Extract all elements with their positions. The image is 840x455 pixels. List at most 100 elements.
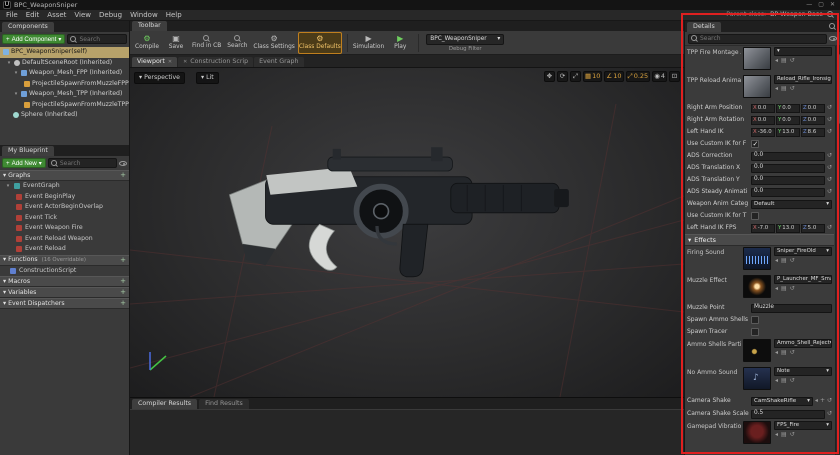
chevron-down-icon[interactable]: ▾ xyxy=(13,91,19,97)
vector-y-field[interactable]: Y13.0 xyxy=(776,128,800,137)
function-item[interactable]: ConstructionScript xyxy=(0,266,129,277)
simulation-button[interactable]: ▶ Simulation xyxy=(353,32,384,54)
event-item[interactable]: Event Weapon Fire xyxy=(0,223,129,234)
vector-z-field[interactable]: Z5.0 xyxy=(801,224,825,233)
reset-icon[interactable]: ↺ xyxy=(827,128,832,136)
search-icon[interactable] xyxy=(829,23,836,30)
vector-z-field[interactable]: Z8.6 xyxy=(801,128,825,137)
vector-y-field[interactable]: Y13.0 xyxy=(776,224,800,233)
reset-icon[interactable]: ↺ xyxy=(827,188,832,196)
muzzle-point-field[interactable]: Muzzle xyxy=(751,304,832,313)
add-dispatcher-icon[interactable]: + xyxy=(120,299,126,308)
reset-icon[interactable]: ↺ xyxy=(790,257,795,265)
vector-x-field[interactable]: X-36.0 xyxy=(751,128,775,137)
my-blueprint-search[interactable] xyxy=(48,158,117,168)
search-button[interactable]: Search xyxy=(224,32,250,54)
vector-x-field[interactable]: X0.0 xyxy=(751,104,775,113)
tree-row[interactable]: ▾ DefaultSceneRoot (Inherited) xyxy=(0,58,129,69)
add-component-button[interactable]: + Add Component ▾ xyxy=(2,34,65,44)
tab-viewport[interactable]: Viewport ✕ xyxy=(132,57,177,67)
details-search-input[interactable] xyxy=(700,35,824,42)
event-item[interactable]: Event Reload xyxy=(0,244,129,255)
close-tab-icon[interactable]: ✕ xyxy=(183,59,187,65)
play-button[interactable]: ▶ Play xyxy=(387,32,413,54)
chevron-down-icon[interactable]: ▾ xyxy=(13,70,19,76)
use-selected-asset-icon[interactable]: ◂ xyxy=(775,349,778,357)
vector-x-field[interactable]: X0.0 xyxy=(751,116,775,125)
event-item[interactable]: Event BeginPlay xyxy=(0,192,129,203)
event-item[interactable]: Event Tick xyxy=(0,213,129,224)
event-item[interactable]: Event Reload Weapon xyxy=(0,234,129,245)
reset-icon[interactable]: ↺ xyxy=(827,116,832,124)
asset-dropdown[interactable]: Note ▾ xyxy=(774,367,832,376)
camera-speed-button[interactable]: ◉ 4 xyxy=(652,71,667,82)
class-defaults-button[interactable]: ⚙ Class Defaults xyxy=(298,32,342,54)
rotate-tool-icon[interactable]: ⟳ xyxy=(557,71,568,82)
ads-translation-x-field[interactable]: 0.0 xyxy=(751,164,825,173)
ads-steady-field[interactable]: 0.0 xyxy=(751,188,825,197)
asset-dropdown[interactable]: Sniper_FireOld ▾ xyxy=(774,247,832,256)
reset-icon[interactable]: ↺ xyxy=(827,176,832,184)
use-selected-asset-icon[interactable]: ◂ xyxy=(775,377,778,385)
vector-x-field[interactable]: X-7.0 xyxy=(751,224,775,233)
effects-section-header[interactable]: ▾ Effects xyxy=(685,234,834,246)
scale-snap-toggle[interactable]: ⤢ 0.25 xyxy=(626,71,651,82)
asset-dropdown[interactable]: Reload_Rifle_Ironsights ▾ xyxy=(774,75,832,84)
menu-asset[interactable]: Asset xyxy=(47,11,66,20)
visibility-filter-icon[interactable] xyxy=(119,161,127,166)
reset-icon[interactable]: ↺ xyxy=(827,104,832,112)
browse-asset-icon[interactable]: ▤ xyxy=(781,377,787,385)
lit-mode-dropdown[interactable]: ▾ Lit xyxy=(196,72,219,84)
minimize-button[interactable]: — xyxy=(806,1,812,9)
tree-row[interactable]: ▾ Weapon_Mesh_FPP (Inherited) xyxy=(0,68,129,79)
event-item[interactable]: Event ActorBeginOverlap xyxy=(0,202,129,213)
sound-asset-thumbnail[interactable] xyxy=(743,247,771,270)
my-blueprint-search-input[interactable] xyxy=(60,160,114,167)
camera-shake-dropdown[interactable]: CamShakeRifle ▾ xyxy=(751,397,813,406)
tab-components[interactable]: Components xyxy=(2,22,54,32)
asset-thumbnail[interactable] xyxy=(743,75,771,98)
add-function-icon[interactable]: + xyxy=(120,256,126,265)
spawn-tracer-checkbox[interactable] xyxy=(751,328,759,336)
viewport-3d[interactable]: ▾ Perspective ▾ Lit ✥ ⟳ ⤢ ▦ 10 ∠ 10 xyxy=(130,68,684,397)
grid-snap-toggle[interactable]: ▦ 10 xyxy=(583,71,602,82)
details-search[interactable] xyxy=(688,34,827,44)
browse-asset-icon[interactable]: ▤ xyxy=(781,57,787,65)
property-visibility-icon[interactable] xyxy=(829,36,837,41)
tab-compiler-results[interactable]: Compiler Results xyxy=(132,399,197,409)
find-in-cb-button[interactable]: Find in CB xyxy=(192,32,221,54)
tree-row[interactable]: ▾ Weapon_Mesh_TPP (Inherited) xyxy=(0,89,129,100)
save-button[interactable]: ▣ Save xyxy=(163,32,189,54)
vector-z-field[interactable]: Z0.0 xyxy=(801,116,825,125)
browse-asset-icon[interactable]: ▤ xyxy=(781,349,787,357)
browse-asset-icon[interactable]: ▤ xyxy=(781,257,787,265)
compiler-results-log[interactable] xyxy=(130,409,684,455)
browse-asset-icon[interactable]: ▤ xyxy=(781,85,787,93)
use-selected-asset-icon[interactable]: ◂ xyxy=(775,257,778,265)
reset-icon[interactable]: ↺ xyxy=(790,431,795,439)
tab-details[interactable]: Details xyxy=(687,22,721,32)
asset-dropdown[interactable]: Ammo_Shell_Reject ▾ xyxy=(774,339,832,348)
search-icon[interactable] xyxy=(827,11,834,18)
tree-row[interactable]: ProjectileSpawnFromMuzzleFPP (Inherited) xyxy=(0,79,129,90)
use-custom-ik-tpp-checkbox[interactable] xyxy=(751,212,759,220)
close-button[interactable]: ✕ xyxy=(830,1,835,9)
move-tool-icon[interactable]: ✥ xyxy=(544,71,555,82)
maximize-button[interactable]: ▢ xyxy=(818,1,824,9)
use-selected-asset-icon[interactable]: ◂ xyxy=(775,431,778,439)
tab-construction-script[interactable]: ✕ Construction Scrip xyxy=(178,57,253,67)
reset-icon[interactable]: ↺ xyxy=(827,164,832,172)
menu-help[interactable]: Help xyxy=(166,11,182,20)
graphs-section-header[interactable]: ▾ Graphs + xyxy=(0,170,129,181)
vector-y-field[interactable]: Y0.0 xyxy=(776,116,800,125)
asset-dropdown[interactable]: ▾ xyxy=(774,47,832,56)
asset-thumbnail[interactable] xyxy=(743,47,771,70)
asset-dropdown[interactable]: FPS_Fire ▾ xyxy=(774,421,832,430)
perspective-dropdown[interactable]: ▾ Perspective xyxy=(134,72,185,84)
tab-my-blueprint[interactable]: My Blueprint xyxy=(2,146,54,156)
browse-asset-icon[interactable]: ▤ xyxy=(781,431,787,439)
chevron-down-icon[interactable]: ▾ xyxy=(5,183,11,189)
add-icon[interactable]: + xyxy=(820,397,825,405)
tree-row[interactable]: ProjectileSpawnFromMuzzleTPP (Inherited) xyxy=(0,100,129,111)
spawn-ammo-shells-checkbox[interactable] xyxy=(751,316,759,324)
